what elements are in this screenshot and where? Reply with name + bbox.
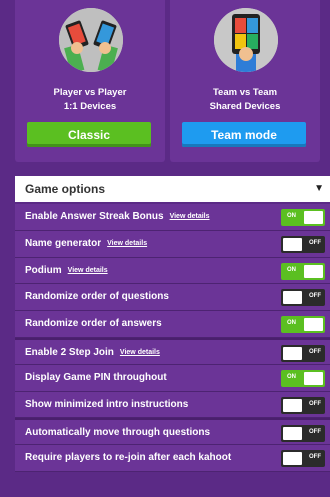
- toggle-state-label: OFF: [309, 239, 321, 246]
- option-row: Enable 2 Step Join View details OFF: [15, 337, 330, 365]
- toggle-state-label: OFF: [309, 454, 321, 461]
- option-toggle[interactable]: OFF: [281, 344, 325, 362]
- option-label-text: Randomize order of answers: [25, 318, 162, 330]
- toggle-state-label: OFF: [309, 348, 321, 355]
- toggle-knob: [283, 452, 302, 466]
- option-label: Podium View details: [25, 265, 108, 276]
- hand-with-phone-icon: [214, 8, 278, 72]
- toggle-knob: [304, 264, 323, 278]
- option-label: Randomize order of questions: [25, 291, 169, 302]
- option-row: Enable Answer Streak Bonus View details ON: [15, 204, 330, 231]
- view-details-link[interactable]: View details: [170, 213, 210, 220]
- classic-mode-title: Player vs Player: [53, 87, 127, 98]
- option-row: Randomize order of questions OFF: [15, 284, 330, 312]
- toggle-state-label: ON: [287, 266, 296, 273]
- toggle-knob: [283, 398, 302, 412]
- option-label: Enable Answer Streak Bonus View details: [25, 211, 210, 222]
- option-label-text: Enable Answer Streak Bonus: [25, 211, 164, 222]
- option-label: Show minimized intro instructions: [25, 399, 188, 410]
- toggle-knob: [283, 346, 302, 360]
- option-toggle[interactable]: ON: [281, 209, 325, 226]
- option-label: Display Game PIN throughout: [25, 372, 167, 383]
- game-options-label: Game options: [25, 182, 106, 196]
- option-label-text: Require players to re-join after each ka…: [25, 452, 232, 464]
- toggle-knob: [304, 211, 323, 224]
- view-details-link[interactable]: View details: [107, 240, 147, 247]
- option-label-text: Randomize order of questions: [25, 291, 169, 303]
- option-label-text: Display Game PIN throughout: [25, 371, 167, 383]
- option-label-text: Name generator: [25, 237, 102, 249]
- option-row: Name generator View details OFF: [15, 230, 330, 258]
- toggle-state-label: ON: [287, 213, 296, 219]
- option-label: Enable 2 Step Join View details: [25, 347, 160, 358]
- view-details-link[interactable]: View details: [120, 349, 160, 356]
- option-toggle[interactable]: ON: [281, 316, 325, 334]
- toggle-state-label: OFF: [309, 429, 321, 436]
- view-details-link[interactable]: View details: [68, 267, 108, 274]
- option-label: Require players to re-join after each ka…: [25, 452, 231, 463]
- classic-mode-card: Player vs Player 1:1 Devices Classic: [15, 0, 165, 162]
- option-toggle[interactable]: OFF: [281, 396, 325, 414]
- team-mode-title: Team vs Team: [212, 87, 278, 98]
- game-options-list: Enable Answer Streak Bonus View details ON…: [15, 204, 330, 472]
- option-row: Require players to re-join after each ka…: [15, 445, 330, 472]
- team-mode-card: Team vs Team Shared Devices Team mode: [170, 0, 320, 162]
- option-label-text: Automatically move through questions: [25, 427, 211, 439]
- classic-button[interactable]: Classic: [27, 122, 151, 147]
- option-label: Automatically move through questions: [25, 427, 210, 438]
- option-label-text: Podium: [25, 264, 62, 276]
- toggle-knob: [283, 427, 302, 441]
- toggle-state-label: OFF: [309, 293, 321, 300]
- toggle-knob: [304, 371, 323, 385]
- option-row: Show minimized intro instructions OFF: [15, 391, 330, 419]
- option-toggle[interactable]: OFF: [281, 235, 325, 253]
- team-mode-subtitle: Shared Devices: [209, 101, 281, 112]
- option-label: Name generator View details: [25, 238, 147, 249]
- hands-with-phones-icon: [59, 8, 123, 72]
- option-row: Automatically move through questions OFF: [15, 418, 330, 446]
- option-label-text: Show minimized intro instructions: [25, 398, 189, 410]
- option-toggle[interactable]: ON: [281, 369, 325, 387]
- toggle-knob: [283, 291, 302, 305]
- option-label-text: Enable 2 Step Join: [25, 346, 114, 358]
- toggle-state-label: OFF: [309, 400, 321, 407]
- option-row: Randomize order of answers ON: [15, 311, 330, 338]
- game-mode-selector: Player vs Player 1:1 Devices Classic Tea…: [0, 0, 330, 172]
- toggle-state-label: ON: [287, 373, 296, 380]
- team-mode-button[interactable]: Team mode: [182, 122, 306, 147]
- option-toggle[interactable]: OFF: [281, 289, 325, 307]
- toggle-state-label: ON: [287, 320, 296, 327]
- classic-mode-subtitle: 1:1 Devices: [63, 101, 117, 112]
- chevron-down-icon: ▼: [314, 183, 324, 194]
- toggle-knob: [283, 237, 302, 251]
- option-row: Display Game PIN throughout ON: [15, 364, 330, 392]
- option-toggle[interactable]: OFF: [281, 425, 325, 443]
- toggle-knob: [304, 318, 323, 332]
- option-row: Podium View details ON: [15, 257, 330, 285]
- option-label: Randomize order of answers: [25, 318, 162, 329]
- option-toggle[interactable]: ON: [281, 262, 325, 280]
- option-toggle[interactable]: OFF: [281, 450, 325, 468]
- game-options-dropdown[interactable]: Game options ▼: [15, 176, 330, 202]
